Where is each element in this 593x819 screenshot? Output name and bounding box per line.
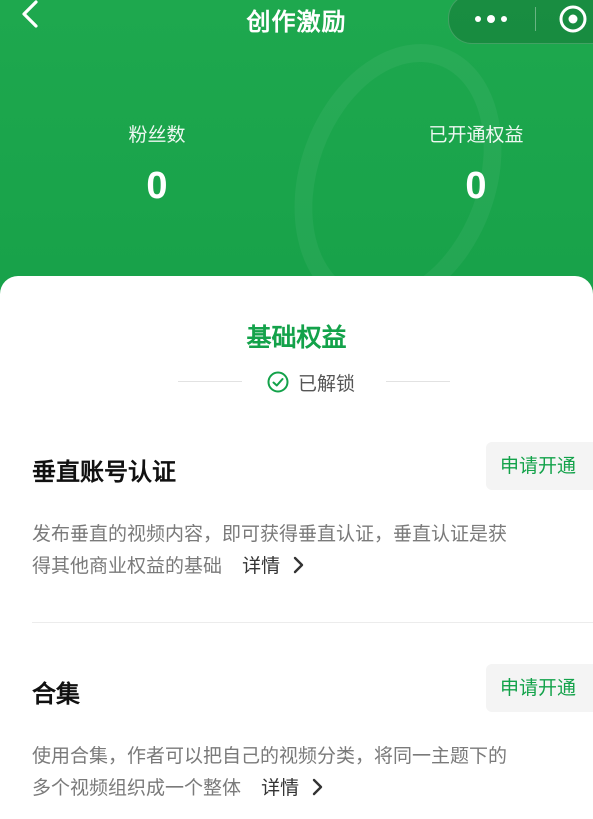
close-button[interactable]: [555, 1, 591, 37]
divider-right: [386, 381, 450, 382]
mini-program-capsule: [448, 0, 593, 44]
divider-left: [178, 381, 242, 382]
benefit-name: 合集: [32, 680, 80, 708]
benefit-description: 使用合集，作者可以把自己的视频分类，将同一主题下的 多个视频组织成一个整体 详情: [32, 740, 593, 804]
benefit-desc-line1: 发布垂直的视频内容，即可获得垂直认证，垂直认证是获: [32, 523, 508, 545]
check-circle-icon: [267, 371, 289, 393]
stat-value: 0: [465, 165, 487, 207]
unlock-status-row: 已解锁: [0, 368, 593, 396]
capsule-divider: [535, 7, 536, 31]
section-title: 基础权益: [246, 323, 347, 352]
benefit-description: 发布垂直的视频内容，即可获得垂直认证，垂直认证是获 得其他商业权益的基础 详情: [32, 518, 593, 582]
benefit-desc-line2: 多个视频组织成一个整体: [32, 777, 242, 799]
benefit-divider: [32, 622, 593, 623]
stat-followers: 粉丝数 0: [57, 120, 257, 206]
stat-opened-benefits: 已开通权益 0: [376, 120, 576, 206]
target-close-icon: [559, 5, 587, 33]
benefits-card: 基础权益 已解锁 垂直账号认证 申请开通 发布垂直的视频内容，即可获得垂直认证，…: [0, 276, 593, 819]
stat-label: 已开通权益: [428, 124, 524, 146]
benefit-desc-line2-row: 得其他商业权益的基础 详情: [32, 550, 593, 582]
stats-panel: 粉丝数 0 已开通权益 0: [0, 120, 593, 220]
unlock-status-text: 已解锁: [298, 372, 356, 395]
benefit-desc-line2-row: 多个视频组织成一个整体 详情: [32, 772, 593, 804]
detail-link[interactable]: 详情: [261, 777, 323, 799]
benefit-name: 垂直账号认证: [32, 458, 176, 486]
top-bar: 创作激励: [0, 0, 593, 44]
detail-link-label: 详情: [242, 555, 281, 577]
benefit-desc-line1: 使用合集，作者可以把自己的视频分类，将同一主题下的: [32, 745, 508, 767]
stat-label: 粉丝数: [128, 124, 186, 146]
more-button[interactable]: [449, 0, 535, 43]
unlock-status: 已解锁: [266, 368, 355, 396]
chevron-right-icon: [312, 778, 323, 795]
page: 创作激励 粉丝数 0 已开通权益 0 基础权益 已解锁 垂直账号认证 申请开通 …: [0, 0, 593, 819]
stat-value: 0: [146, 165, 168, 207]
detail-link[interactable]: 详情: [242, 555, 304, 577]
detail-link-label: 详情: [261, 777, 300, 799]
apply-button[interactable]: 申请开通: [486, 442, 593, 490]
apply-button[interactable]: 申请开通: [486, 664, 593, 712]
chevron-right-icon: [293, 556, 304, 573]
benefit-desc-line2: 得其他商业权益的基础: [32, 555, 223, 577]
